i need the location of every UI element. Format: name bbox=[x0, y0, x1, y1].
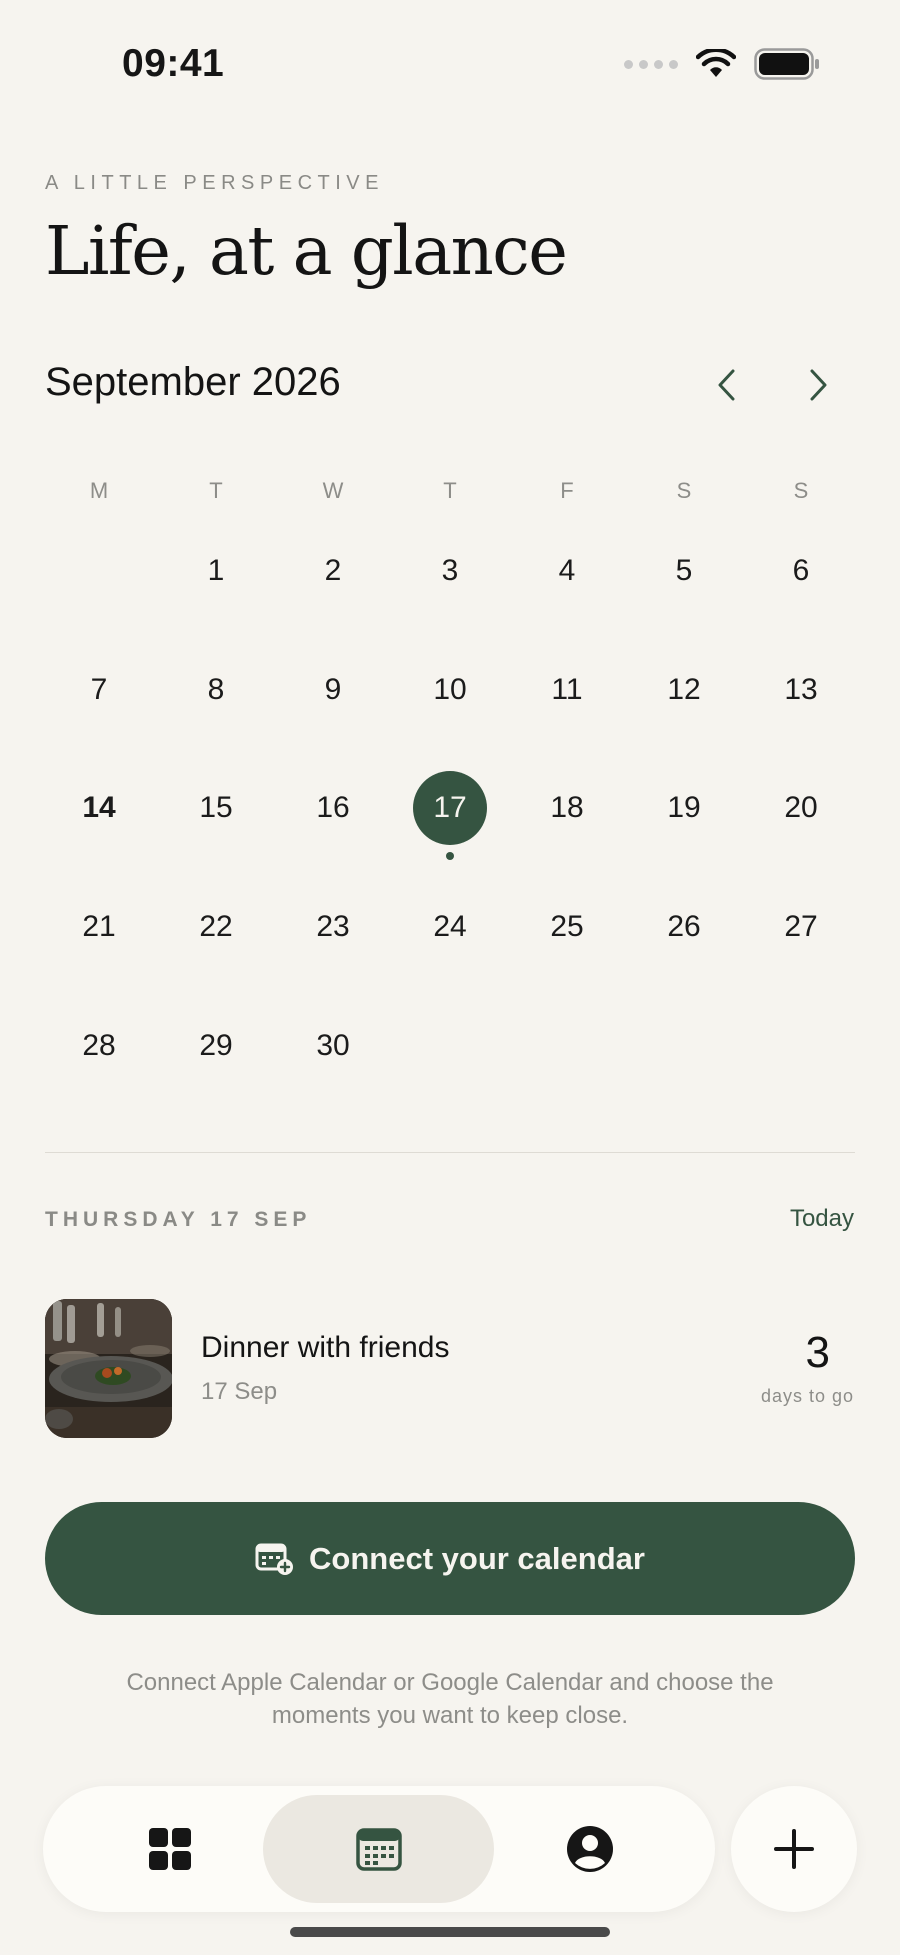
calendar-day[interactable]: 19 bbox=[644, 768, 724, 848]
calendar-day[interactable]: 29 bbox=[176, 1006, 256, 1086]
event-date: 17 Sep bbox=[201, 1378, 278, 1405]
weekday-label: F bbox=[560, 478, 574, 503]
add-button[interactable] bbox=[731, 1786, 857, 1912]
countdown-label: days to go bbox=[760, 1386, 854, 1406]
calendar-add-icon bbox=[255, 1543, 294, 1575]
plus-icon bbox=[774, 1829, 814, 1869]
calendar-day[interactable]: 27 bbox=[761, 887, 841, 967]
calendar-day[interactable]: 18 bbox=[527, 768, 607, 848]
next-month-button[interactable] bbox=[789, 355, 849, 415]
tab-profile[interactable] bbox=[503, 1795, 677, 1903]
calendar-day[interactable]: 16 bbox=[293, 768, 373, 848]
month-title: September 2026 bbox=[45, 360, 341, 404]
cellular-signal-icon bbox=[624, 59, 678, 69]
calendar-day[interactable]: 25 bbox=[527, 887, 607, 967]
calendar-day[interactable]: 28 bbox=[59, 1006, 139, 1086]
chevron-left-icon bbox=[718, 369, 735, 401]
calendar-day[interactable]: 10 bbox=[410, 650, 490, 730]
event-thumbnail bbox=[45, 1299, 172, 1438]
calendar-day-selected[interactable]: 17 bbox=[413, 771, 487, 845]
event-indicator-dot bbox=[446, 852, 454, 860]
calendar-day[interactable]: 24 bbox=[410, 887, 490, 967]
weekday-label: S bbox=[793, 478, 809, 503]
tab-bar bbox=[43, 1786, 715, 1912]
weekday-label: T bbox=[443, 478, 457, 503]
dinner-photo-icon bbox=[45, 1299, 172, 1438]
eyebrow-label: A LITTLE PERSPECTIVE bbox=[45, 172, 384, 194]
calendar-day[interactable]: 20 bbox=[761, 768, 841, 848]
calendar-day[interactable]: 11 bbox=[527, 650, 607, 730]
previous-month-button[interactable] bbox=[696, 355, 756, 415]
home-indicator bbox=[290, 1927, 610, 1937]
connect-calendar-label: Connect your calendar bbox=[309, 1540, 645, 1576]
calendar-day[interactable]: 13 bbox=[761, 650, 841, 730]
calendar-day[interactable]: 1 bbox=[176, 531, 256, 611]
calendar-day[interactable]: 2 bbox=[293, 531, 373, 611]
weekday-label: W bbox=[322, 478, 344, 503]
calendar-day[interactable]: 15 bbox=[176, 768, 256, 848]
event-title: Dinner with friends bbox=[201, 1331, 450, 1364]
calendar-day[interactable]: 22 bbox=[176, 887, 256, 967]
today-link[interactable]: Today bbox=[790, 1205, 854, 1233]
page-title: Life, at a glance bbox=[45, 212, 568, 290]
calendar-day[interactable]: 30 bbox=[293, 1006, 373, 1086]
weekday-label: S bbox=[676, 478, 692, 503]
calendar-day[interactable]: 12 bbox=[644, 650, 724, 730]
calendar-day[interactable]: 8 bbox=[176, 650, 256, 730]
user-circle-icon bbox=[567, 1826, 613, 1872]
calendar-day[interactable]: 6 bbox=[761, 531, 841, 611]
chevron-right-icon bbox=[810, 369, 827, 401]
weekday-label: M bbox=[89, 478, 109, 503]
weekday-label: T bbox=[209, 478, 223, 503]
status-icons bbox=[624, 48, 820, 80]
calendar-day[interactable]: 7 bbox=[59, 650, 139, 730]
section-divider bbox=[45, 1152, 855, 1153]
calendar-day[interactable]: 26 bbox=[644, 887, 724, 967]
connect-calendar-button[interactable]: Connect your calendar bbox=[45, 1502, 855, 1615]
tab-calendar[interactable] bbox=[263, 1795, 494, 1903]
calendar-day[interactable]: 5 bbox=[644, 531, 724, 611]
countdown-value: 3 bbox=[805, 1328, 830, 1377]
calendar-day[interactable]: 23 bbox=[293, 887, 373, 967]
wifi-icon bbox=[696, 49, 736, 77]
calendar-day[interactable]: 9 bbox=[293, 650, 373, 730]
calendar-day[interactable]: 21 bbox=[59, 887, 139, 967]
status-time: 09:41 bbox=[122, 42, 225, 85]
battery-icon bbox=[754, 48, 819, 80]
selected-day-label: THURSDAY 17 SEP bbox=[45, 1208, 312, 1231]
calendar-icon bbox=[355, 1828, 402, 1871]
connect-helper-text: Connect Apple Calendar or Google Calenda… bbox=[126, 1669, 774, 1729]
calendar-day[interactable]: 3 bbox=[410, 531, 490, 611]
grid-icon bbox=[149, 1828, 191, 1870]
calendar-day[interactable]: 4 bbox=[527, 531, 607, 611]
tab-home[interactable] bbox=[83, 1795, 257, 1903]
calendar-day-current[interactable]: 14 bbox=[59, 768, 139, 848]
